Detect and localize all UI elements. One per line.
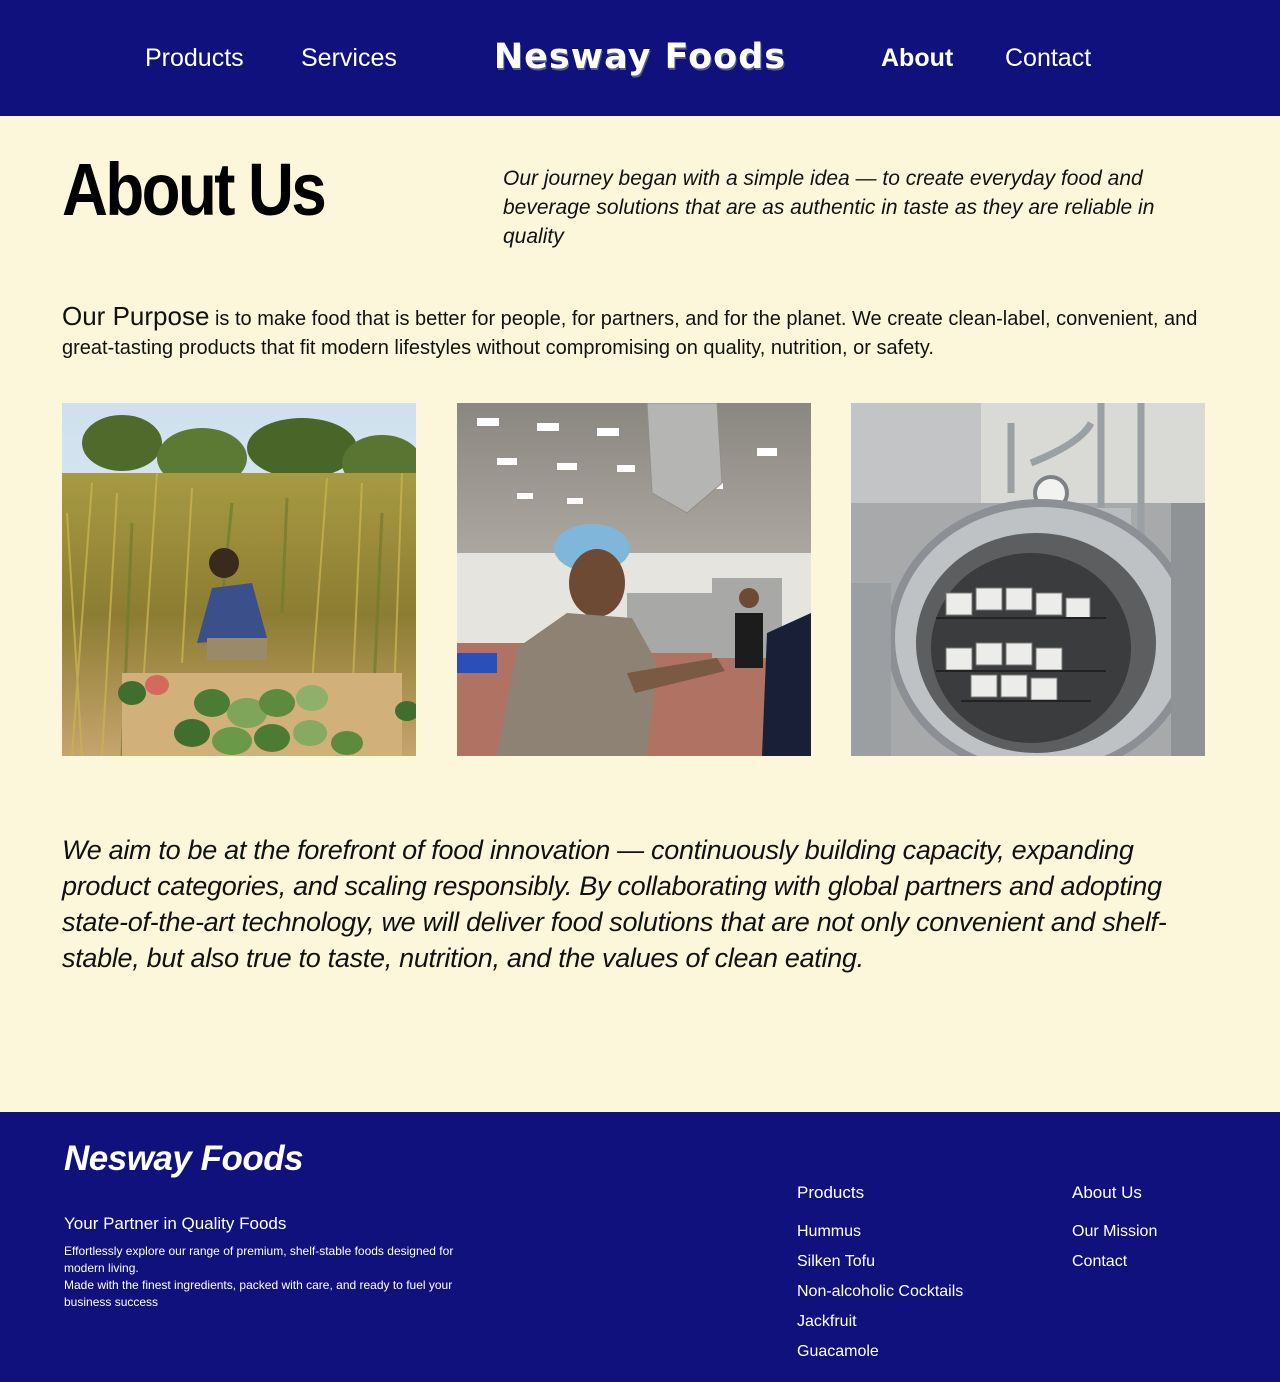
field-harvest-photo: [62, 403, 416, 756]
page-title: About Us: [62, 148, 327, 231]
site-footer: Nesway Foods Your Partner in Quality Foo…: [0, 1112, 1280, 1382]
site-header: Products Services Nesway Foods About Con…: [0, 0, 1280, 116]
site-logo[interactable]: Nesway Foods: [472, 34, 808, 80]
about-section: About Us Our journey began with a simple…: [0, 116, 1280, 1112]
footer-link-contact[interactable]: Contact: [1072, 1252, 1157, 1272]
footer-link-guacamole[interactable]: Guacamole: [797, 1342, 963, 1362]
footer-link-silken-tofu[interactable]: Silken Tofu: [797, 1252, 963, 1272]
footer-about-column: About Us Our Mission Contact: [1072, 1182, 1157, 1282]
footer-products-column: Products Hummus Silken Tofu Non-alcoholi…: [797, 1182, 963, 1372]
factory-floor-photo: [457, 403, 811, 756]
footer-link-our-mission[interactable]: Our Mission: [1072, 1222, 1157, 1242]
footer-brand[interactable]: Nesway Foods: [64, 1138, 304, 1180]
footer-tagline: Your Partner in Quality Foods: [64, 1214, 287, 1233]
footer-link-jackfruit[interactable]: Jackfruit: [797, 1312, 963, 1332]
footer-about-heading: About Us: [1072, 1183, 1142, 1202]
footer-products-heading: Products: [797, 1183, 865, 1202]
purpose-paragraph: Our Purpose is to make food that is bett…: [62, 302, 1212, 363]
retort-machine-photo: [851, 403, 1205, 756]
footer-link-hummus[interactable]: Hummus: [797, 1222, 963, 1242]
vision-statement: We aim to be at the forefront of food in…: [62, 835, 1167, 973]
footer-link-non-alcoholic-cocktails[interactable]: Non-alcoholic Cocktails: [797, 1282, 963, 1302]
nav-products[interactable]: Products: [145, 42, 244, 74]
footer-description-line-1: Effortlessly explore our range of premiu…: [64, 1244, 454, 1275]
footer-description-line-2: Made with the finest ingredients, packed…: [64, 1278, 453, 1309]
nav-about[interactable]: About: [881, 42, 953, 74]
nav-services[interactable]: Services: [301, 42, 397, 74]
nav-contact[interactable]: Contact: [1005, 42, 1091, 74]
intro-text: Our journey began with a simple idea — t…: [503, 167, 1155, 248]
purpose-text: is to make food that is better for peopl…: [62, 308, 1198, 359]
footer-description: Effortlessly explore our range of premiu…: [64, 1243, 484, 1311]
purpose-lead: Our Purpose: [62, 301, 210, 331]
